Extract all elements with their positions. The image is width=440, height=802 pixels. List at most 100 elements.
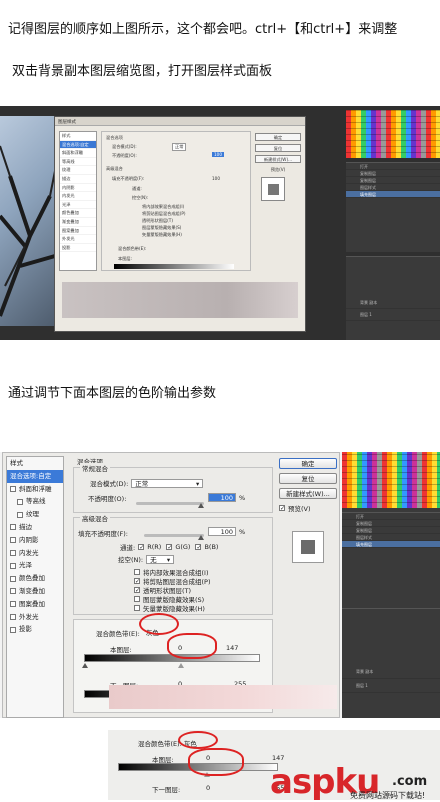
normal-blend-title: 常规混合 bbox=[80, 463, 110, 473]
checkbox[interactable] bbox=[10, 588, 16, 595]
opacity-input[interactable]: 100 bbox=[208, 493, 236, 502]
checkbox[interactable] bbox=[10, 575, 16, 582]
checkbox[interactable] bbox=[10, 485, 16, 492]
style-preview bbox=[292, 531, 324, 563]
style-item-inner-shadow[interactable]: 内阴影 bbox=[7, 534, 63, 547]
this-layer-white-handle[interactable] bbox=[178, 663, 184, 668]
blend-mode-row: 混合模式(D): 正常 ▾ bbox=[90, 478, 204, 488]
style-item-bevel[interactable]: 斜面和浮雕 bbox=[7, 483, 63, 496]
opacity-slider[interactable] bbox=[136, 502, 204, 505]
style-label: 纹理 bbox=[26, 510, 39, 519]
history-item[interactable]: 复制图层 bbox=[346, 170, 440, 177]
style-item[interactable]: 图案叠加 bbox=[60, 227, 96, 236]
blend-mode-select[interactable]: 正常 bbox=[172, 143, 187, 151]
checkbox[interactable] bbox=[134, 596, 140, 602]
history-item[interactable]: 填充图层 bbox=[346, 191, 440, 198]
checkbox[interactable] bbox=[10, 537, 16, 544]
style-item-stroke[interactable]: 描边 bbox=[7, 521, 63, 534]
history-item[interactable]: 打开 bbox=[346, 163, 440, 170]
history-item[interactable]: 图层样式 bbox=[346, 184, 440, 191]
preview-row[interactable]: 预览(V) bbox=[279, 503, 337, 513]
option-row[interactable]: 矢量蒙版隐藏效果(H) bbox=[134, 603, 205, 613]
style-item-texture[interactable]: 纹理 bbox=[7, 508, 63, 521]
preview-checkbox[interactable]: 预览(V) bbox=[255, 166, 301, 174]
checkbox[interactable] bbox=[17, 511, 23, 518]
channel-r-label: R(R) bbox=[147, 543, 162, 551]
checkbox[interactable] bbox=[134, 578, 140, 584]
knockout-select[interactable]: 无 ▾ bbox=[146, 554, 175, 564]
layer-row[interactable]: 背景 副本 bbox=[342, 665, 440, 679]
opt-small[interactable]: 图层蒙版隐藏效果(S) bbox=[142, 225, 181, 231]
style-item[interactable]: 描边 bbox=[60, 175, 96, 184]
checkbox[interactable] bbox=[10, 626, 16, 633]
checkbox[interactable] bbox=[134, 569, 140, 575]
blend-mode-select[interactable]: 正常 ▾ bbox=[131, 478, 204, 488]
opacity-input[interactable]: 100 bbox=[212, 152, 224, 157]
style-item-color-overlay[interactable]: 颜色叠加 bbox=[7, 572, 63, 585]
layer-row[interactable]: 图层 1 bbox=[342, 679, 440, 693]
style-item[interactable]: 斜面和浮雕 bbox=[60, 149, 96, 158]
under-layer-low: 0 bbox=[206, 784, 211, 792]
style-item[interactable]: 内阴影 bbox=[60, 184, 96, 193]
checkbox[interactable] bbox=[134, 605, 140, 611]
knockout-value: 无 bbox=[150, 555, 157, 564]
history-item[interactable]: 打开 bbox=[342, 513, 440, 520]
style-item-satin[interactable]: 光泽 bbox=[7, 559, 63, 572]
style-item-pattern-overlay[interactable]: 图案叠加 bbox=[7, 598, 63, 611]
layer-row[interactable]: 背景 副本 bbox=[346, 297, 440, 309]
opacity-slider-handle[interactable] bbox=[198, 503, 204, 508]
history-item[interactable]: 复制图层 bbox=[342, 520, 440, 527]
reset-button[interactable]: 复位 bbox=[279, 473, 337, 484]
history-item[interactable]: 图层样式 bbox=[342, 534, 440, 541]
style-item[interactable]: 混合选项:自定 bbox=[60, 140, 96, 150]
style-item[interactable]: 等高线 bbox=[60, 158, 96, 167]
blend-mode-label: 混合模式(D): bbox=[112, 144, 137, 149]
layer-style-dialog: 样式 混合选项:自定 斜面和浮雕 等高线 纹理 描边 内阴影 内发光 光泽 颜色… bbox=[2, 452, 340, 718]
channels-label: 通道: bbox=[120, 544, 136, 552]
style-item-gradient-overlay[interactable]: 渐变叠加 bbox=[7, 585, 63, 598]
opt-small[interactable]: 透明形状图层(T) bbox=[142, 218, 173, 224]
ok-button[interactable]: 确定 bbox=[279, 458, 337, 469]
checkbox[interactable] bbox=[10, 613, 16, 620]
checkbox[interactable] bbox=[10, 601, 16, 608]
preview-checkbox[interactable] bbox=[279, 505, 285, 511]
style-item-inner-glow[interactable]: 内发光 bbox=[7, 547, 63, 560]
history-item[interactable]: 复制图层 bbox=[342, 527, 440, 534]
checkbox[interactable] bbox=[10, 562, 16, 569]
fill-input[interactable]: 100 bbox=[212, 176, 220, 181]
style-item[interactable]: 渐变叠加 bbox=[60, 218, 96, 227]
fill-opacity-slider-handle[interactable] bbox=[198, 535, 204, 540]
style-item[interactable]: 光泽 bbox=[60, 201, 96, 210]
fill-opacity-slider[interactable] bbox=[144, 534, 204, 537]
history-item[interactable]: 复制图层 bbox=[346, 177, 440, 184]
style-item[interactable]: 颜色叠加 bbox=[60, 209, 96, 218]
new-style-button[interactable]: 新建样式(W)... bbox=[279, 488, 337, 499]
layer-row[interactable]: 图层 1 bbox=[346, 309, 440, 321]
ok-button[interactable]: 确定 bbox=[255, 133, 301, 141]
this-layer-gradient[interactable] bbox=[114, 264, 234, 269]
opt-small[interactable]: 将剪贴图层混合成组(P) bbox=[142, 211, 185, 217]
checkbox[interactable] bbox=[10, 524, 16, 531]
fill-opacity-input[interactable]: 100 bbox=[208, 527, 236, 536]
channel-b-checkbox[interactable] bbox=[195, 544, 202, 550]
reset-button[interactable]: 复位 bbox=[255, 144, 301, 152]
opt-small[interactable]: 矢量蒙版隐藏效果(H) bbox=[142, 232, 182, 238]
style-item[interactable]: 内发光 bbox=[60, 192, 96, 201]
style-item[interactable]: 纹理 bbox=[60, 166, 96, 175]
style-item-blending[interactable]: 混合选项:自定 bbox=[7, 469, 63, 483]
this-layer-black-handle[interactable] bbox=[82, 663, 88, 668]
style-item-contour[interactable]: 等高线 bbox=[7, 495, 63, 508]
under-layer-label: 下一图层: bbox=[152, 786, 181, 794]
channel-g-checkbox[interactable] bbox=[166, 544, 173, 550]
style-item[interactable]: 投影 bbox=[60, 244, 96, 253]
checkbox[interactable] bbox=[10, 549, 16, 556]
history-item[interactable]: 填充图层 bbox=[342, 541, 440, 548]
style-item-outer-glow[interactable]: 外发光 bbox=[7, 611, 63, 624]
new-style-button[interactable]: 新建样式(W)... bbox=[255, 155, 301, 163]
checkbox[interactable] bbox=[17, 498, 23, 505]
channel-r-checkbox[interactable] bbox=[138, 544, 145, 550]
style-item[interactable]: 外发光 bbox=[60, 235, 96, 244]
style-item-drop-shadow[interactable]: 投影 bbox=[7, 623, 63, 636]
opt-small[interactable]: 将内部效果混合成组(I) bbox=[142, 204, 184, 210]
checkbox[interactable] bbox=[134, 587, 140, 593]
